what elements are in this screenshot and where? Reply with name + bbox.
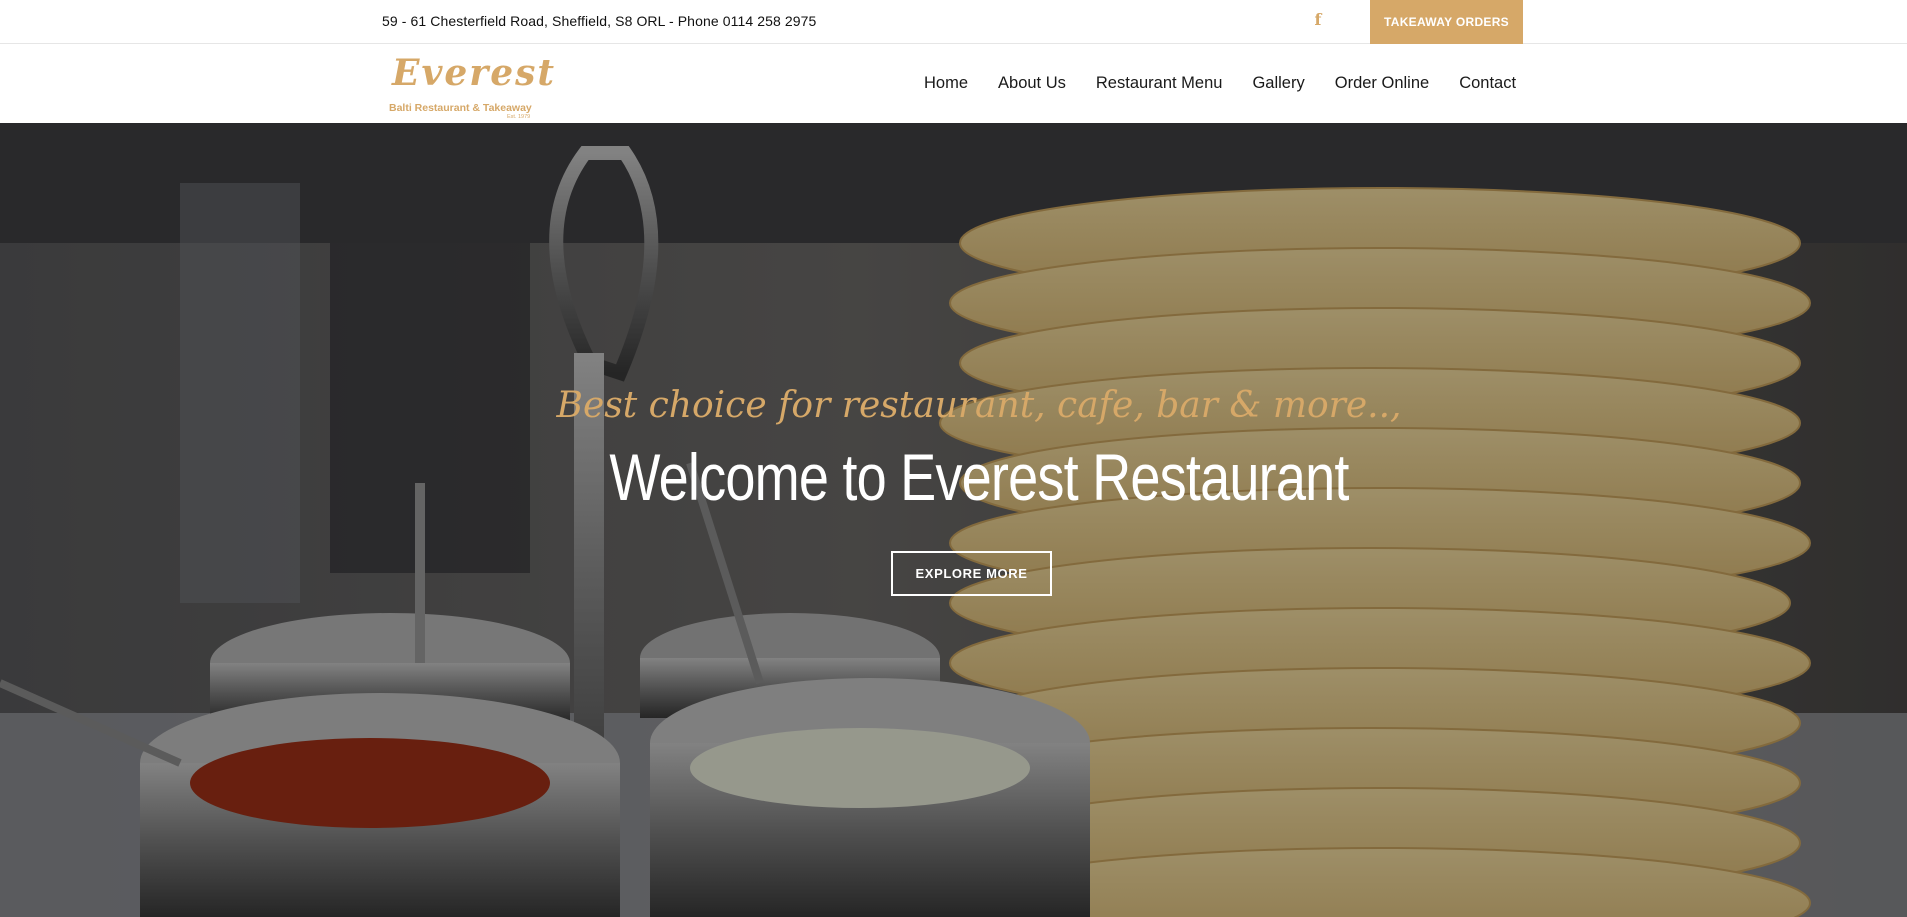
facebook-icon[interactable]: f [1312,10,1324,30]
takeaway-orders-button[interactable]: TAKEAWAY ORDERS [1370,0,1523,44]
hero-overlay [0,123,1907,917]
hero-tagline: Best choice for restaurant, cafe, bar & … [556,385,1402,426]
nav-about-us[interactable]: About Us [998,74,1066,93]
logo-tagline: Balti Restaurant & Takeaway [389,102,532,114]
contact-address: 59 - 61 Chesterfield Road, Sheffield, S8… [382,13,817,29]
hero-section: Best choice for restaurant, cafe, bar & … [0,123,1907,917]
hero-headline: Welcome to Everest Restaurant [609,440,1349,514]
logo-name: Everest [392,52,557,94]
logo-est: Est. 1979 [507,114,531,120]
nav-order-online[interactable]: Order Online [1335,74,1429,93]
primary-nav: Home About Us Restaurant Menu Gallery Or… [924,74,1516,93]
nav-contact[interactable]: Contact [1459,74,1516,93]
main-navbar: Everest Balti Restaurant & Takeaway Est.… [0,44,1907,123]
nav-gallery[interactable]: Gallery [1252,74,1304,93]
nav-restaurant-menu[interactable]: Restaurant Menu [1096,74,1223,93]
nav-home[interactable]: Home [924,74,968,93]
explore-more-button[interactable]: EXPLORE MORE [891,551,1052,596]
top-bar: 59 - 61 Chesterfield Road, Sheffield, S8… [0,0,1907,44]
logo[interactable]: Everest Balti Restaurant & Takeaway Est.… [388,52,554,120]
